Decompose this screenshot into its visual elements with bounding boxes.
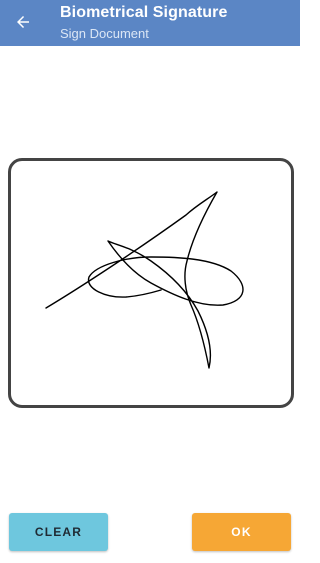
arrow-left-icon (17, 16, 29, 28)
back-button[interactable] (8, 7, 38, 37)
app-bar: Biometrical Signature Sign Document (0, 0, 300, 46)
sign-document-screen: Biometrical Signature Sign Document CLEA… (0, 0, 300, 563)
page-subtitle: Sign Document (60, 26, 149, 41)
clear-button[interactable]: CLEAR (9, 513, 108, 551)
signature-pad[interactable] (8, 158, 294, 408)
ok-button[interactable]: OK (192, 513, 291, 551)
signature-drawing (45, 191, 244, 369)
page-title: Biometrical Signature (60, 4, 228, 21)
